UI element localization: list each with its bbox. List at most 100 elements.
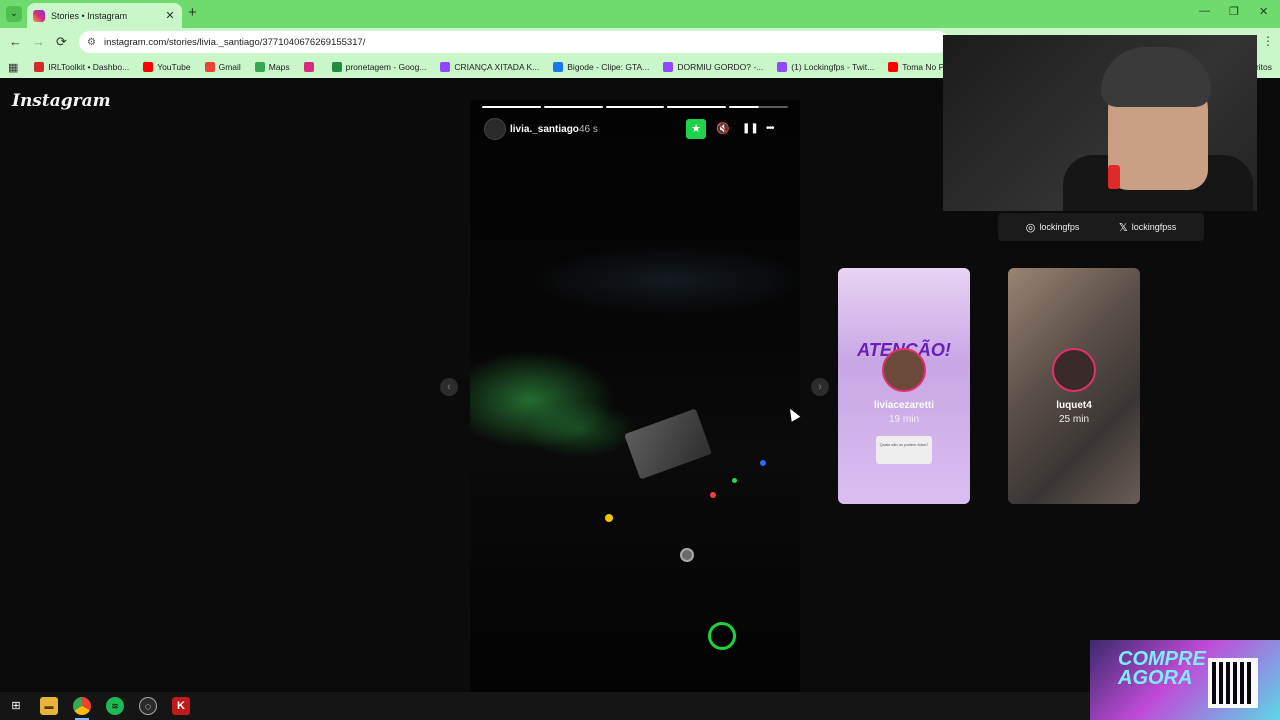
handle-text: lockingfps [1039, 222, 1080, 232]
mute-icon[interactable]: 🔇 [716, 121, 730, 137]
chrome-icon[interactable] [73, 697, 91, 715]
x-handle: 𝕏 lockingfpss [1119, 221, 1176, 234]
red-cup [1108, 165, 1120, 189]
bookmark-favicon-icon [888, 62, 899, 72]
ad-banner: COMPRE AGORA [1090, 640, 1280, 720]
handle-text: lockingfpss [1131, 222, 1177, 232]
bookmark-label: (1) Lockingfps - Twit... [791, 62, 875, 72]
taskbar: ⊞ ▬ ≋ ◌ K [0, 692, 1090, 720]
webcam-overlay [943, 35, 1257, 211]
start-icon[interactable]: ⊞ [7, 697, 25, 715]
more-options-icon[interactable]: ••• [766, 121, 774, 137]
close-friends-star-icon[interactable]: ★ [686, 119, 706, 139]
url-text: instagram.com/stories/livia._santiago/37… [103, 36, 366, 48]
story-username[interactable]: livia._santiago [510, 124, 579, 135]
bookmark-label: Gmail [218, 62, 241, 72]
previous-story-button[interactable]: ‹ [440, 378, 458, 396]
obs-icon[interactable]: ◌ [139, 697, 157, 715]
story-media [470, 100, 800, 692]
social-handles-banner: ◎ lockingfps 𝕏 lockingfpss [998, 213, 1204, 241]
preview-avatar [1052, 348, 1096, 392]
tab-instagram-stories[interactable]: Stories • Instagram ✕ [27, 3, 182, 28]
bookmark-item[interactable]: Maps [254, 62, 290, 72]
progress-segment [543, 106, 603, 108]
address-bar[interactable]: ⚙ instagram.com/stories/livia._santiago/… [79, 31, 949, 53]
bookmark-label: Bigode - Clipe: GTA... [567, 62, 650, 72]
apps-grid-icon[interactable]: ▦ [8, 61, 18, 74]
progress-segment [482, 106, 541, 108]
bookmark-list: IRLToolkit • Dashbo... YouTube Gmail Maps pr… [34, 62, 996, 72]
bookmark-item[interactable]: pronetagem - Goog... [331, 62, 427, 72]
bookmark-item[interactable]: YouTube [143, 62, 191, 72]
tab-strip: ⌄ Stories • Instagram ✕ + — ❐ ✕ [0, 0, 1280, 28]
minimize-button[interactable]: — [1199, 5, 1210, 17]
qr-code-icon [1208, 658, 1258, 708]
x-icon: 𝕏 [1118, 221, 1128, 234]
bookmark-item[interactable] [303, 62, 318, 72]
forward-button[interactable]: → [32, 34, 45, 50]
next-story-button[interactable]: › [811, 378, 829, 396]
story-avatar[interactable] [484, 118, 506, 140]
preview-username: liviacezaretti [873, 400, 935, 411]
story-preview-card[interactable]: luquet4 25 min [1008, 268, 1140, 504]
bookmark-item[interactable]: CRIANÇA XITADA K... [440, 62, 539, 72]
back-button[interactable]: ← [9, 34, 22, 50]
bookmark-item[interactable]: Bigode - Clipe: GTA... [553, 62, 649, 72]
bookmark-favicon-icon [440, 62, 451, 72]
instagram-favicon-icon [33, 9, 45, 22]
story-progress-bar [482, 106, 788, 108]
knob [680, 548, 694, 562]
light-dot [732, 478, 737, 483]
bookmark-label: YouTube [157, 62, 191, 72]
instagram-logo[interactable]: Instagram [12, 91, 111, 111]
tab-search-button[interactable]: ⌄ [6, 6, 22, 22]
restore-button[interactable]: ❐ [1229, 5, 1239, 18]
browser-menu-icon[interactable]: ⋮ [1262, 34, 1274, 48]
story-viewer[interactable]: livia._santiago 46 s ★ 🔇 ❚❚ ••• [470, 100, 800, 692]
bookmark-favicon-icon [34, 62, 45, 72]
tab-close-icon[interactable]: ✕ [164, 9, 176, 22]
bookmark-item[interactable]: (1) Lockingfps - Twit... [777, 62, 874, 72]
bookmark-label: IRLToolkit • Dashbo... [48, 62, 130, 72]
bookmark-label: DORMIU GORDO? -... [677, 62, 764, 72]
pause-icon[interactable]: ❚❚ [742, 121, 759, 137]
bookmark-favicon-icon [303, 62, 314, 72]
close-window-button[interactable]: ✕ [1259, 5, 1268, 18]
streamer-hair [1101, 47, 1211, 107]
reload-button[interactable]: ⟳ [56, 34, 67, 50]
tab-title: Stories • Instagram [51, 10, 128, 21]
progress-segment [605, 106, 665, 108]
new-tab-button[interactable]: + [188, 5, 197, 21]
bookmark-favicon-icon [254, 62, 265, 72]
story-preview-card[interactable]: ATENÇÃO! liviacezaretti 19 min Quais são… [838, 268, 970, 504]
preview-avatar [882, 348, 926, 392]
preview-question-box: Quais são os podem fotos? [876, 436, 932, 464]
bookmark-label: pronetagem - Goog... [345, 62, 427, 72]
light-dot [760, 460, 766, 466]
bookmark-favicon-icon [143, 62, 154, 72]
progress-segment [667, 106, 727, 108]
bookmark-item[interactable]: Gmail [204, 62, 241, 72]
preview-time: 19 min [888, 414, 919, 425]
file-explorer-icon[interactable]: ▬ [40, 697, 58, 715]
light-dot [710, 492, 716, 498]
bookmark-favicon-icon [204, 62, 215, 72]
bookmark-label: Maps [268, 62, 290, 72]
bookmark-favicon-icon [553, 62, 564, 72]
bookmark-item[interactable]: IRLToolkit • Dashbo... [34, 62, 129, 72]
bookmark-favicon-icon [331, 62, 342, 72]
preview-time: 25 min [1058, 414, 1089, 425]
ad-text: COMPRE AGORA [1118, 648, 1206, 689]
bookmark-item[interactable]: DORMIU GORDO? -... [663, 62, 763, 72]
bookmark-label: CRIANÇA XITADA K... [454, 62, 540, 72]
progress-segment [729, 106, 788, 108]
app-icon[interactable]: K [172, 697, 190, 715]
bookmark-favicon-icon [777, 62, 788, 72]
spotify-icon[interactable]: ≋ [106, 697, 124, 715]
instagram-icon: ◎ [1025, 221, 1036, 234]
site-info-icon[interactable]: ⚙ [87, 37, 96, 48]
light-dot [605, 514, 613, 522]
preview-username: luquet4 [1056, 400, 1092, 411]
other-bookmarks[interactable]: ritos [1256, 62, 1272, 72]
bookmark-favicon-icon [663, 62, 674, 72]
